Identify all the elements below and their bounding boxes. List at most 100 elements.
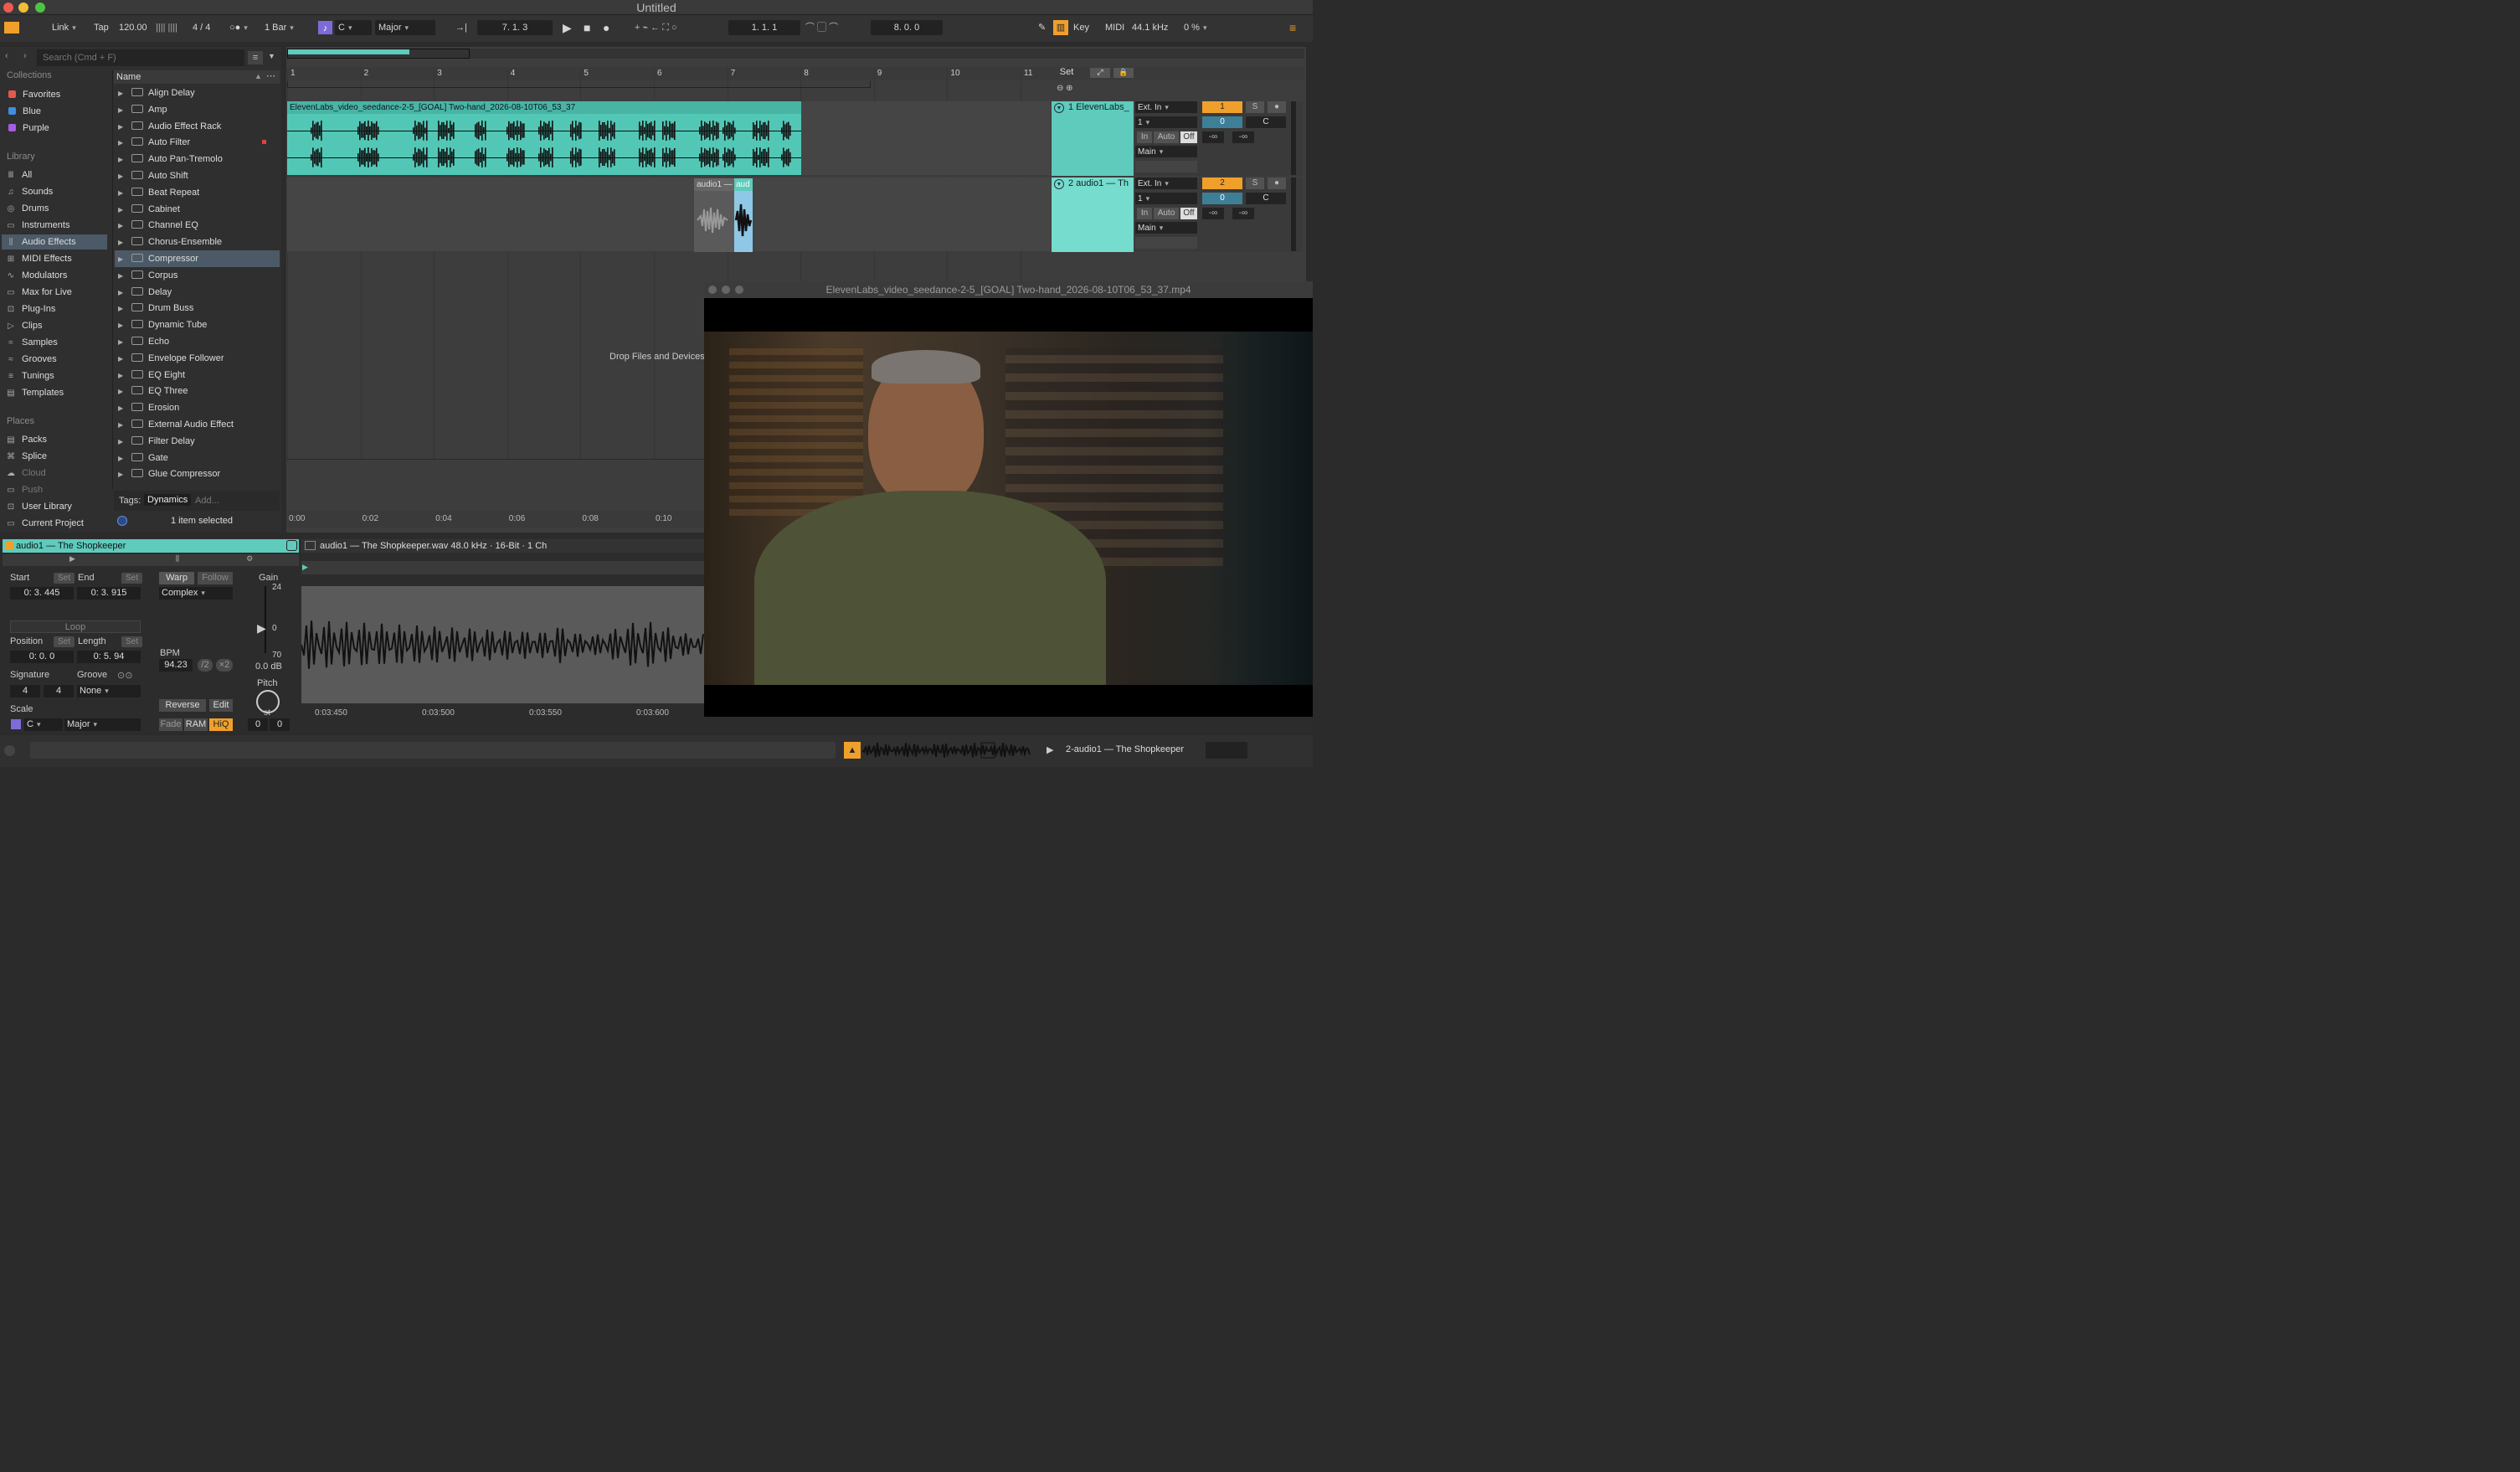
loop-button[interactable]: Loop <box>10 620 141 633</box>
follow-button[interactable]: Follow <box>198 572 233 584</box>
library-templates[interactable]: ▤ Templates <box>5 385 64 400</box>
video-close-button[interactable] <box>708 286 717 294</box>
input-type-dropdown[interactable]: Ext. In <box>1135 178 1197 189</box>
arm-button[interactable]: ● <box>1268 178 1286 189</box>
draw-mode-icon[interactable]: ✎ <box>1038 20 1046 35</box>
browser-item-channel-eq[interactable]: ▶ Channel EQ <box>115 217 280 234</box>
expand-triangle-icon[interactable]: ▶ <box>118 417 128 434</box>
position-set-button[interactable]: Set <box>54 636 75 647</box>
signature-denominator[interactable]: 4 <box>44 685 74 697</box>
hiq-button[interactable]: HiQ <box>209 718 233 731</box>
collection-purple[interactable]: Purple <box>5 121 49 136</box>
clip-scale-dropdown[interactable]: Major <box>64 718 141 731</box>
tag-dynamics[interactable]: Dynamics <box>144 494 192 506</box>
volume-field[interactable]: 0 <box>1202 193 1242 204</box>
expand-triangle-icon[interactable]: ▶ <box>118 301 128 317</box>
end-set-button[interactable]: Set <box>121 573 143 584</box>
pan-field[interactable]: C <box>1246 116 1286 128</box>
video-minimize-button[interactable] <box>722 286 730 294</box>
start-marker-icon[interactable]: ▶ <box>302 563 308 572</box>
loop-length-field[interactable]: 8. 0. 0 <box>871 20 943 35</box>
groove-hot-swap-icon[interactable]: ⊙⊙ <box>117 670 132 681</box>
expand-triangle-icon[interactable]: ▶ <box>118 234 128 251</box>
follow-icon[interactable]: →| <box>455 20 467 35</box>
clip-key-dropdown[interactable]: C <box>24 718 63 731</box>
link-button[interactable]: Link <box>52 20 76 35</box>
more-icon[interactable]: ⋯ <box>266 70 275 81</box>
clip-save-icon[interactable] <box>286 540 297 551</box>
expand-triangle-icon[interactable]: ▶ <box>118 119 128 136</box>
output-channel-field[interactable] <box>1135 237 1197 249</box>
browser-item-envelope-follower[interactable]: ▶ Envelope Follower <box>115 350 280 367</box>
track-header-2[interactable]: ▼ 2 audio1 — Th <box>1052 178 1134 252</box>
nudge-icons[interactable]: |||| |||| <box>156 20 177 35</box>
pan-field[interactable]: C <box>1246 193 1286 204</box>
place-push[interactable]: ▭ Push <box>5 482 43 497</box>
end-field[interactable]: 0: 3. 915 <box>77 587 141 600</box>
edit-button[interactable]: Edit <box>209 699 233 712</box>
library-clips[interactable]: ▷ Clips <box>5 318 42 333</box>
browser-item-erosion[interactable]: ▶ Erosion <box>115 399 280 416</box>
time-ruler[interactable] <box>287 511 706 528</box>
monitor-in-button[interactable]: In <box>1137 208 1152 219</box>
position-field[interactable]: 0: 0. 0 <box>10 651 74 663</box>
library-samples[interactable]: ≈ Samples <box>5 335 58 350</box>
track-lane-2[interactable] <box>287 178 1051 251</box>
output-channel-field[interactable] <box>1135 161 1197 172</box>
browser-item-dynamic-tube[interactable]: ▶ Dynamic Tube <box>115 317 280 333</box>
browser-item-glue-compressor[interactable]: ▶ Glue Compressor <box>115 466 280 482</box>
expand-icon[interactable]: ⤢ <box>1090 68 1110 78</box>
browser-item-eq-eight[interactable]: ▶ EQ Eight <box>115 367 280 383</box>
half-tempo-button[interactable]: /2 <box>198 659 213 672</box>
warp-button[interactable]: Warp <box>159 572 194 584</box>
library-grooves[interactable]: ≈ Grooves <box>5 352 56 367</box>
monitor-auto-button[interactable]: Auto <box>1154 208 1179 219</box>
library-midi-effects[interactable]: ⊞ MIDI Effects <box>5 251 72 266</box>
collection-favorites[interactable]: Favorites <box>5 87 60 102</box>
video-zoom-button[interactable] <box>735 286 743 294</box>
browser-item-auto-filter[interactable]: ▶ Auto Filter <box>115 134 280 151</box>
browser-item-drum-buss[interactable]: ▶ Drum Buss <box>115 300 280 317</box>
key-map-button[interactable]: Key <box>1073 20 1089 35</box>
record-button[interactable]: ● <box>603 20 609 35</box>
status-play-icon[interactable]: ▶ <box>1047 744 1053 755</box>
expand-triangle-icon[interactable]: ▶ <box>118 368 128 384</box>
browser-item-amp[interactable]: ▶ Amp <box>115 101 280 118</box>
output-dropdown[interactable]: Main <box>1135 146 1197 157</box>
solo-button[interactable]: S <box>1246 101 1264 113</box>
scale-mode-icon[interactable]: ♪ <box>318 21 332 34</box>
metronome-button[interactable]: ○● <box>229 20 248 35</box>
track-activator-button[interactable]: 1 <box>1202 101 1242 113</box>
monitor-off-button[interactable]: Off <box>1180 131 1197 143</box>
sort-icon[interactable]: ▲ <box>255 72 262 80</box>
play-button[interactable]: ▶ <box>563 20 572 35</box>
clip-scale-icon[interactable] <box>11 719 21 729</box>
expand-triangle-icon[interactable]: ▶ <box>118 351 128 368</box>
arm-button[interactable]: ● <box>1268 101 1286 113</box>
browser-item-eq-three[interactable]: ▶ EQ Three <box>115 383 280 399</box>
signature-numerator[interactable]: 4 <box>10 685 40 697</box>
browser-item-echo[interactable]: ▶ Echo <box>115 333 280 350</box>
browser-item-external-audio-effect[interactable]: ▶ External Audio Effect <box>115 416 280 433</box>
library-drums[interactable]: ◎ Drums <box>5 201 49 216</box>
place-cloud[interactable]: ☁ Cloud <box>5 466 46 481</box>
midi-map-button[interactable]: MIDI <box>1105 20 1124 35</box>
gain-slider-track[interactable] <box>265 586 266 653</box>
tempo-field[interactable]: 120.00 <box>119 20 147 35</box>
browser-item-auto-pan-tremolo[interactable]: ▶ Auto Pan-Tremolo <box>115 151 280 167</box>
ram-button[interactable]: RAM <box>184 718 208 731</box>
length-set-button[interactable]: Set <box>121 636 143 647</box>
clip-tabs[interactable]: ▶ ⫼ ⚙ <box>3 554 299 566</box>
expand-triangle-icon[interactable]: ▶ <box>118 135 128 152</box>
forward-icon[interactable]: › <box>23 51 27 61</box>
place-packs[interactable]: ▤ Packs <box>5 432 47 447</box>
library-modulators[interactable]: ∿ Modulators <box>5 268 68 283</box>
input-type-dropdown[interactable]: Ext. In <box>1135 101 1197 113</box>
expand-triangle-icon[interactable]: ▶ <box>118 285 128 301</box>
tap-button[interactable]: Tap <box>94 20 109 35</box>
back-icon[interactable]: ‹ <box>5 51 8 61</box>
tag-add-button[interactable]: Add... <box>195 496 219 506</box>
library-plug-ins[interactable]: ⊡ Plug-Ins <box>5 301 56 317</box>
browser-item-corpus[interactable]: ▶ Corpus <box>115 267 280 284</box>
library-sounds[interactable]: ♫ Sounds <box>5 184 53 199</box>
